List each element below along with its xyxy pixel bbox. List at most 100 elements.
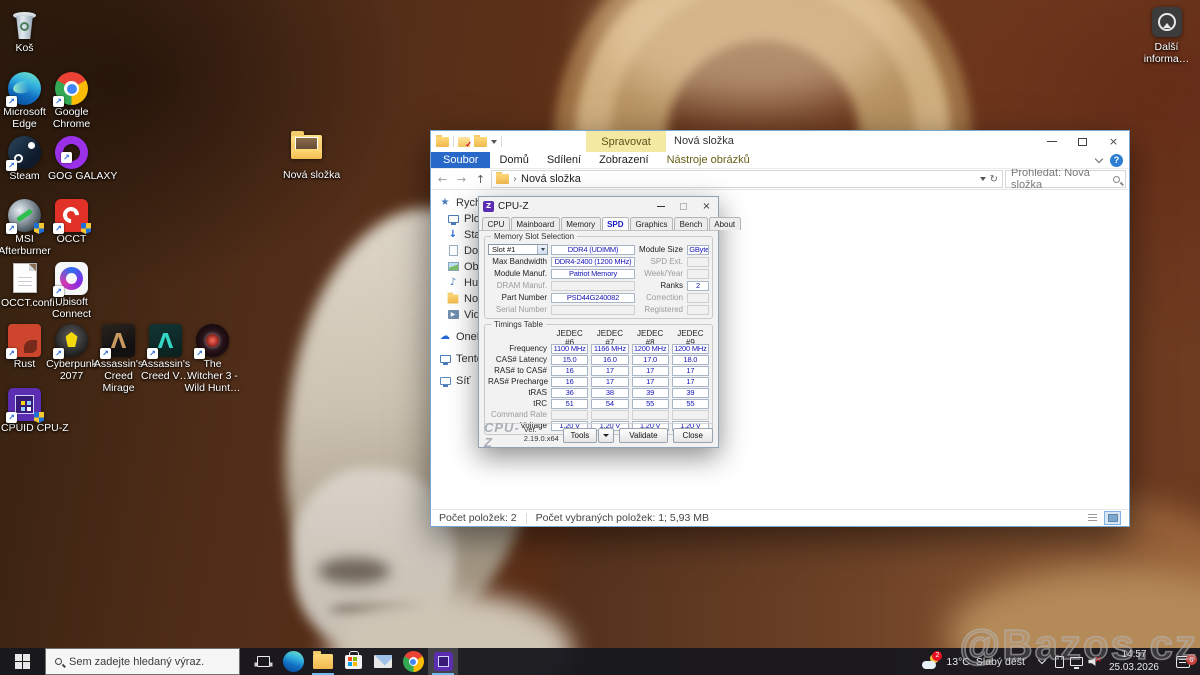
tab-domu[interactable]: Domů [490,152,537,168]
tab-cpu[interactable]: CPU [482,217,510,230]
tab-spd[interactable]: SPD [602,217,629,230]
search-icon [55,658,62,665]
window-title: CPU-Z [498,201,529,212]
explorer-titlebar: Spravovat Nová složka × [431,131,1129,152]
desktop-icon-edge[interactable]: ↗ Microsoft Edge [1,72,48,131]
weather-desc: Slabý déšť [976,656,1026,668]
maximize-button[interactable] [1067,131,1098,152]
minimize-button[interactable] [649,197,672,215]
taskbar-search-input[interactable]: Sem zadejte hledaný výraz. [45,648,240,675]
clock[interactable]: 14:57 25.03.2026 [1102,649,1166,674]
close-button[interactable]: × [695,197,718,215]
module-size-field: 4 GBytes [687,245,709,255]
desktop-icon-cpuz[interactable]: ↗ CPUID CPU-Z [1,388,48,435]
address-dropdown-icon[interactable] [980,177,986,181]
taskbar-explorer[interactable] [308,648,338,675]
desktop-icon-recycle-bin[interactable]: Koš [1,8,48,55]
back-button[interactable]: ← [434,173,451,186]
taskbar-mail[interactable] [368,648,398,675]
desktop-icon-ac-mirage[interactable]: Λ↗ Assassin's Creed Mirage [95,324,142,394]
tray-device-button[interactable] [1051,648,1068,675]
address-bar[interactable]: › Nová složka ↻ [491,170,1003,188]
details-view-button[interactable] [1084,511,1101,525]
desktop-icon-gog-galaxy[interactable]: ↗ GOG GALAXY [48,136,95,183]
sidebar-item-sit[interactable]: Síť [439,373,471,388]
documents-icon [447,245,459,257]
tab-soubor[interactable]: Soubor [431,152,490,168]
desktop-icon-occt[interactable]: ↗ OCCT [48,199,95,246]
notification-center-button[interactable]: 6 [1166,656,1200,668]
desktop-icon-spotlight-info[interactable]: Další informa… [1143,6,1190,66]
timing-cell: 17 [591,377,628,387]
desktop-icon-cyberpunk[interactable]: ↗ Cyberpunk 2077 [48,324,95,383]
start-button[interactable] [0,648,45,675]
videos-icon: ▶ [447,309,459,321]
properties-icon[interactable] [458,137,470,147]
timing-cell: 18.0 [672,355,709,365]
msi-afterburner-icon: ↗ [8,199,41,232]
tab-about[interactable]: About [709,217,741,230]
maximize-button-disabled [672,197,695,215]
timing-cell: 17 [591,366,628,376]
refresh-icon[interactable]: ↻ [990,174,998,185]
desktop-icon-ac-valhalla[interactable]: Λ↗ Assassin's Creed V… [142,324,189,383]
tools-button[interactable]: Tools [563,428,598,443]
up-button[interactable]: ↑ [472,173,489,186]
tab-sdileni[interactable]: Sdílení [538,152,590,168]
tray-expand-button[interactable] [1034,648,1051,675]
tab-bench[interactable]: Bench [674,217,708,230]
thumbnail-view-button[interactable] [1104,511,1121,525]
item-count: Počet položek: 2 [439,512,517,524]
taskbar-cpuz[interactable] [428,648,458,675]
timing-cell: 38 [591,388,628,398]
desktop-icon-rust[interactable]: ↗ Rust [1,324,48,371]
taskbar-edge[interactable] [278,648,308,675]
cpuz-icon [434,652,453,671]
desktop-icon-witcher3[interactable]: ↗ The Witcher 3 - Wild Hunt… [189,324,236,394]
tools-dropdown-icon[interactable] [598,428,614,443]
tab-mainboard[interactable]: Mainboard [511,217,560,230]
slot-select[interactable]: Slot #1 [488,244,548,255]
max-bandwidth-field: DDR4-2400 (1200 MHz) [551,257,635,267]
help-icon[interactable]: ? [1110,154,1123,167]
validate-button[interactable]: Validate [619,428,667,443]
close-button[interactable]: × [1098,131,1129,152]
forward-button[interactable]: → [453,173,470,186]
desktop-icon-occt-config[interactable]: OCCT.confi… [1,262,48,310]
tab-memory[interactable]: Memory [561,217,601,230]
desktop-icon-msi-afterburner[interactable]: ↗ MSI Afterburner [1,199,48,258]
tab-zobrazeni[interactable]: Zobrazení [590,152,658,168]
desktop-icon-nova-slozka[interactable]: Nová složka [283,129,330,182]
shortcut-arrow-icon: ↗ [6,96,17,107]
desktop-icon-steam[interactable]: ↗ Steam [1,136,48,183]
task-view-button[interactable] [248,648,278,675]
taskbar-chrome[interactable] [398,648,428,675]
taskbar-store[interactable] [338,648,368,675]
new-folder-icon[interactable] [474,137,487,147]
breadcrumb[interactable]: Nová složka [521,173,581,185]
minimize-button[interactable] [1036,131,1067,152]
ribbon-collapse-icon[interactable] [1095,154,1103,162]
task-view-icon [257,656,270,667]
shortcut-arrow-icon: ↗ [100,348,111,359]
combo-dropdown-icon[interactable] [537,245,547,254]
edge-icon [283,651,304,672]
tray-display-button[interactable] [1068,648,1085,675]
tab-spravovat[interactable]: Spravovat [586,131,666,152]
tray-volume-button[interactable]: × [1085,648,1102,675]
ac-valhalla-icon: Λ↗ [149,324,182,357]
search-input[interactable]: Prohledat: Nová složka [1005,170,1126,188]
weather-widget[interactable]: 2 13°C Slabý déšť [914,654,1034,670]
tab-nastroje-obrazku[interactable]: Nástroje obrázků [658,152,759,168]
desktop-icon-ubisoft-connect[interactable]: ↗ Ubisoft Connect [48,262,95,321]
dram-manuf-field [551,281,635,291]
desktop-icon-chrome[interactable]: ↗ Google Chrome [48,72,95,131]
serial-number-field [551,305,635,315]
qat-dropdown-icon[interactable] [491,140,497,144]
folder-icon [447,293,459,305]
close-button[interactable]: Close [673,428,713,443]
tab-graphics[interactable]: Graphics [630,217,673,230]
explorer-icon [313,654,333,669]
timing-cell [551,410,588,420]
cpuz-window: Z CPU-Z × CPU Mainboard Memory SPD Graph… [478,196,719,448]
